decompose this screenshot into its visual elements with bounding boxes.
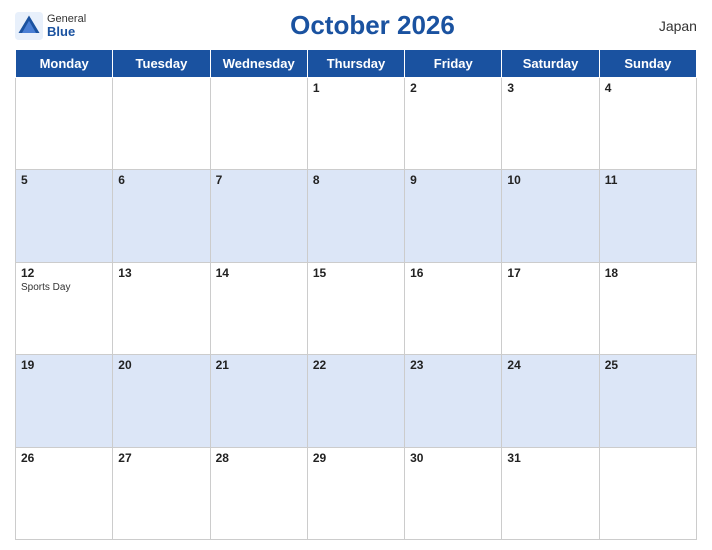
calendar-cell: 15 (307, 262, 404, 354)
calendar-cell: 18 (599, 262, 696, 354)
day-number: 10 (507, 173, 593, 187)
day-number: 25 (605, 358, 691, 372)
header-tuesday: Tuesday (113, 50, 210, 78)
calendar-cell: 28 (210, 447, 307, 539)
calendar-cell (113, 78, 210, 170)
calendar-week-row: 19 20 21 22 23 24 25 (16, 355, 697, 447)
calendar-cell: 9 (405, 170, 502, 262)
day-number: 8 (313, 173, 399, 187)
logo-icon (15, 12, 43, 40)
calendar-table: Monday Tuesday Wednesday Thursday Friday… (15, 49, 697, 540)
day-number: 7 (216, 173, 302, 187)
header-saturday: Saturday (502, 50, 599, 78)
calendar-cell: 19 (16, 355, 113, 447)
day-number: 29 (313, 451, 399, 465)
day-number: 18 (605, 266, 691, 280)
day-number: 30 (410, 451, 496, 465)
calendar-title: October 2026 (290, 10, 455, 41)
calendar-cell: 26 (16, 447, 113, 539)
calendar-cell: 30 (405, 447, 502, 539)
day-number: 15 (313, 266, 399, 280)
calendar-week-row: 12 Sports Day 13 14 15 16 17 18 (16, 262, 697, 354)
day-number: 31 (507, 451, 593, 465)
day-number: 5 (21, 173, 107, 187)
logo: General Blue (15, 12, 86, 40)
calendar-cell: 5 (16, 170, 113, 262)
logo-blue-text: Blue (47, 25, 86, 38)
calendar-cell: 6 (113, 170, 210, 262)
calendar-week-row: 26 27 28 29 30 31 (16, 447, 697, 539)
calendar-cell: 20 (113, 355, 210, 447)
day-number: 9 (410, 173, 496, 187)
calendar-cell: 8 (307, 170, 404, 262)
day-number: 26 (21, 451, 107, 465)
calendar-cell (16, 78, 113, 170)
header-thursday: Thursday (307, 50, 404, 78)
calendar-cell: 27 (113, 447, 210, 539)
day-number: 20 (118, 358, 204, 372)
day-number: 6 (118, 173, 204, 187)
calendar-cell: 24 (502, 355, 599, 447)
day-number: 17 (507, 266, 593, 280)
day-number: 27 (118, 451, 204, 465)
calendar-cell: 4 (599, 78, 696, 170)
calendar-cell: 10 (502, 170, 599, 262)
calendar-cell: 1 (307, 78, 404, 170)
day-number: 4 (605, 81, 691, 95)
day-number: 24 (507, 358, 593, 372)
header-monday: Monday (16, 50, 113, 78)
day-number: 1 (313, 81, 399, 95)
calendar-cell: 12 Sports Day (16, 262, 113, 354)
day-number: 23 (410, 358, 496, 372)
event-label: Sports Day (21, 282, 107, 293)
day-number: 21 (216, 358, 302, 372)
calendar-cell: 2 (405, 78, 502, 170)
calendar-week-row: 56789 10 11 (16, 170, 697, 262)
header-wednesday: Wednesday (210, 50, 307, 78)
header-friday: Friday (405, 50, 502, 78)
day-number: 2 (410, 81, 496, 95)
page-header: General Blue October 2026 Japan (15, 10, 697, 41)
calendar-cell (599, 447, 696, 539)
calendar-cell: 16 (405, 262, 502, 354)
calendar-cell: 31 (502, 447, 599, 539)
calendar-week-row: 1234 (16, 78, 697, 170)
day-number: 3 (507, 81, 593, 95)
calendar-cell: 25 (599, 355, 696, 447)
day-number: 19 (21, 358, 107, 372)
country-label: Japan (659, 18, 697, 34)
day-number: 14 (216, 266, 302, 280)
day-number: 13 (118, 266, 204, 280)
calendar-cell (210, 78, 307, 170)
header-sunday: Sunday (599, 50, 696, 78)
weekday-header-row: Monday Tuesday Wednesday Thursday Friday… (16, 50, 697, 78)
calendar-cell: 7 (210, 170, 307, 262)
day-number: 16 (410, 266, 496, 280)
day-number: 11 (605, 173, 691, 187)
logo-general-text: General (47, 14, 86, 25)
day-number: 22 (313, 358, 399, 372)
logo-text: General Blue (47, 14, 86, 38)
calendar-cell: 17 (502, 262, 599, 354)
calendar-cell: 21 (210, 355, 307, 447)
calendar-cell: 22 (307, 355, 404, 447)
calendar-cell: 11 (599, 170, 696, 262)
day-number: 12 (21, 266, 107, 280)
calendar-cell: 14 (210, 262, 307, 354)
calendar-cell: 3 (502, 78, 599, 170)
day-number: 28 (216, 451, 302, 465)
calendar-cell: 13 (113, 262, 210, 354)
calendar-cell: 29 (307, 447, 404, 539)
calendar-cell: 23 (405, 355, 502, 447)
